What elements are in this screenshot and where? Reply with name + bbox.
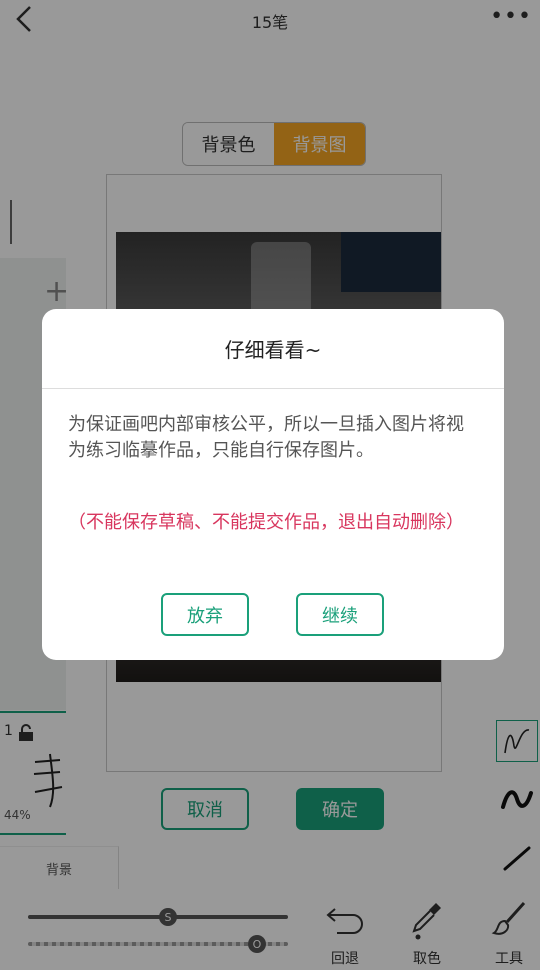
abandon-button[interactable]: 放弃 <box>161 593 249 636</box>
dialog-warning: （不能保存草稿、不能提交作品，退出自动删除） <box>68 512 464 533</box>
dialog-message: 为保证画吧内部审核公平，所以一旦插入图片将视为练习临摹作品，只能自行保存图片。 <box>68 414 464 461</box>
continue-button[interactable]: 继续 <box>296 593 384 636</box>
notice-dialog: 仔细看看~ 为保证画吧内部审核公平，所以一旦插入图片将视为练习临摹作品，只能自行… <box>42 309 504 660</box>
dialog-title: 仔细看看~ <box>42 309 504 389</box>
